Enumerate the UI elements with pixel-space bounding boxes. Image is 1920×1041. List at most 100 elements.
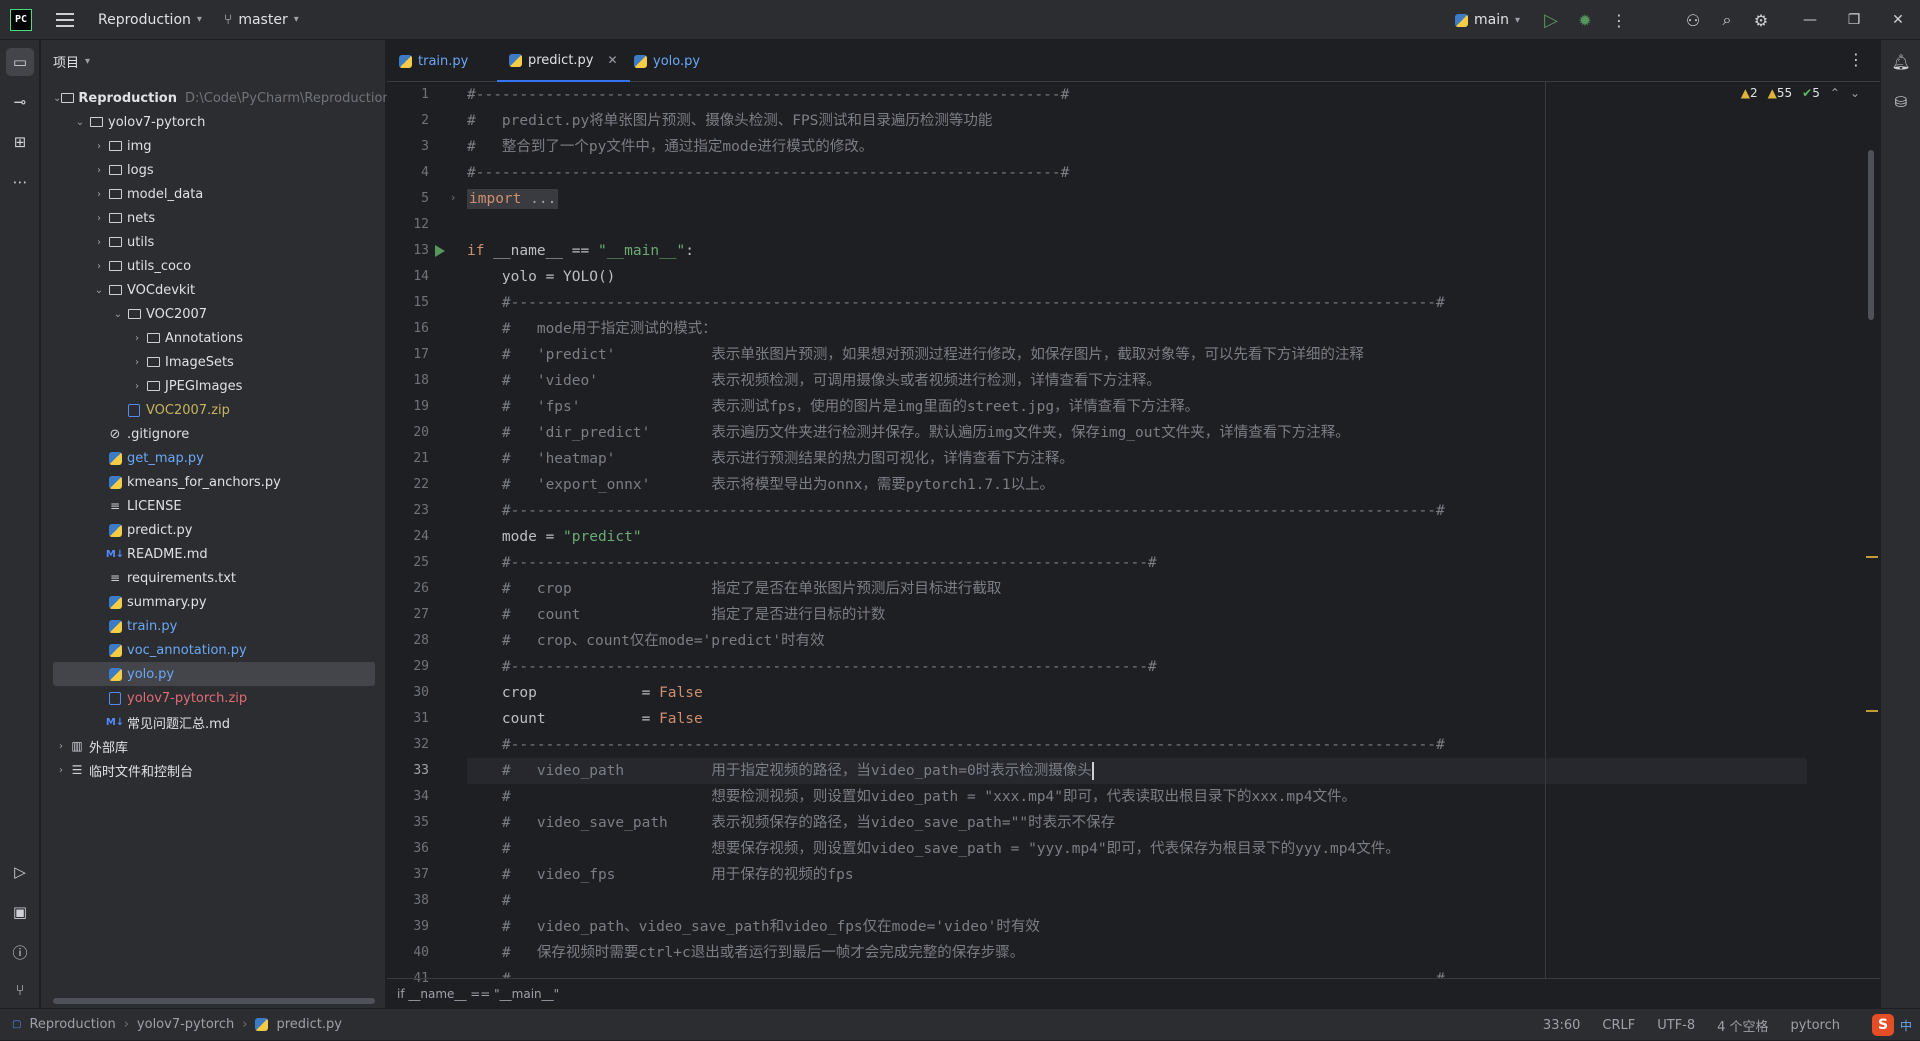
- chevron-right-icon[interactable]: ›: [129, 381, 145, 392]
- settings-gear-icon[interactable]: ⚙: [1744, 0, 1778, 40]
- code-line[interactable]: # video_path、video_save_path和video_fps仅在…: [467, 914, 1040, 940]
- file-encoding[interactable]: UTF-8: [1657, 1018, 1695, 1033]
- chevron-right-icon[interactable]: ›: [91, 213, 107, 224]
- code-line[interactable]: #---------------------------------------…: [467, 654, 1157, 680]
- code-line[interactable]: # count 指定了是否进行目标的计数: [467, 602, 886, 628]
- code-line[interactable]: import ...: [467, 186, 559, 212]
- line-separator[interactable]: CRLF: [1602, 1018, 1635, 1033]
- tree-item[interactable]: › logs: [53, 158, 375, 182]
- code-line[interactable]: # 整合到了一个py文件中，通过指定mode进行模式的修改。: [467, 134, 873, 160]
- debug-button[interactable]: ✹: [1568, 0, 1602, 40]
- code-line[interactable]: # 想要保存视频，则设置如video_save_path = "yyy.mp4"…: [467, 836, 1400, 862]
- tree-item[interactable]: › img: [53, 134, 375, 158]
- close-window-button[interactable]: ✕: [1876, 0, 1920, 40]
- tree-item[interactable]: ⌄ yolov7-pytorch: [53, 110, 375, 134]
- fold-chevron-icon[interactable]: ›: [451, 191, 455, 204]
- code-line[interactable]: #---------------------------------------…: [467, 82, 1069, 108]
- editor-breadcrumb[interactable]: if __name__ == "__main__": [387, 978, 1880, 1008]
- run-gutter-icon[interactable]: [435, 245, 445, 257]
- tree-item[interactable]: ⌄ VOC2007: [53, 302, 375, 326]
- chevron-right-icon[interactable]: ›: [91, 165, 107, 176]
- code-line[interactable]: #---------------------------------------…: [467, 550, 1157, 576]
- code-line[interactable]: # 保存视频时需要ctrl+c退出或者运行到最后一帧才会完成完整的保存步骤。: [467, 940, 1024, 966]
- chevron-down-icon[interactable]: ⌄: [72, 117, 88, 128]
- chevron-down-icon[interactable]: ⌄: [1850, 86, 1860, 100]
- tree-item[interactable]: summary.py: [53, 590, 375, 614]
- tree-item[interactable]: › ▥ 外部库: [53, 734, 375, 758]
- crumb-folder[interactable]: yolov7-pytorch: [137, 1017, 234, 1032]
- breadcrumb-scope[interactable]: if __name__ == "__main__": [397, 987, 559, 1001]
- more-tools-icon[interactable]: ⋯: [6, 168, 34, 196]
- chevron-right-icon[interactable]: ›: [129, 333, 145, 344]
- tree-item[interactable]: yolov7-pytorch.zip: [53, 686, 375, 710]
- chevron-right-icon[interactable]: ›: [129, 357, 145, 368]
- vertical-scrollbar[interactable]: [1868, 150, 1874, 320]
- code-line[interactable]: # mode用于指定测试的模式：: [467, 316, 717, 342]
- run-config-selector[interactable]: main ▾: [1454, 12, 1520, 28]
- services-tool-icon[interactable]: ▷: [6, 858, 34, 886]
- tree-item[interactable]: › ImageSets: [53, 350, 375, 374]
- tabs-more-icon[interactable]: ⋮: [1848, 50, 1864, 69]
- line-gutter[interactable]: 1 2 3 4 5 › 12 13 14 15 16 17 18 19 20 21 22 23 24 25 26 27 28…: [387, 82, 467, 986]
- horizontal-scrollbar[interactable]: [53, 998, 375, 1004]
- chevron-right-icon[interactable]: ›: [91, 141, 107, 152]
- code-line[interactable]: #---------------------------------------…: [467, 966, 1445, 978]
- code-line[interactable]: # 'video' 表示视频检测，可调用摄像头或者视频进行检测，详情查看下方注释…: [467, 368, 1161, 394]
- ime-indicator[interactable]: S 中: [1871, 1014, 1912, 1036]
- tree-item[interactable]: › model_data: [53, 182, 375, 206]
- code-line[interactable]: # 想要检测视频，则设置如video_path = "xxx.mp4"即可，代表…: [467, 784, 1356, 810]
- tab-predict-py[interactable]: predict.py ✕: [497, 40, 630, 82]
- chevron-down-icon[interactable]: ⌄: [110, 309, 126, 320]
- chevron-down-icon[interactable]: ⌄: [53, 93, 61, 104]
- chevron-right-icon[interactable]: ›: [91, 189, 107, 200]
- git-tool-icon[interactable]: ⑂: [6, 976, 34, 1004]
- warning-stripe-marker[interactable]: [1866, 556, 1878, 558]
- code-content[interactable]: #---------------------------------------…: [467, 82, 1807, 978]
- code-line[interactable]: #: [467, 888, 511, 914]
- run-button[interactable]: ▷: [1534, 0, 1568, 40]
- branch-switcher[interactable]: ⑂ master ▾: [224, 12, 299, 28]
- code-line[interactable]: #---------------------------------------…: [467, 732, 1445, 758]
- code-line[interactable]: # 'dir_predict' 表示遍历文件夹进行检测并保存。默认遍历img文件…: [467, 420, 1350, 446]
- caret-position[interactable]: 33:60: [1543, 1018, 1580, 1033]
- code-line[interactable]: #---------------------------------------…: [467, 160, 1069, 186]
- tree-item[interactable]: › ☰ 临时文件和控制台: [53, 758, 375, 782]
- chevron-right-icon[interactable]: ›: [91, 261, 107, 272]
- code-line[interactable]: # 'heatmap' 表示进行预测结果的热力图可视化，详情查看下方注释。: [467, 446, 1074, 472]
- chevron-right-icon[interactable]: ›: [53, 765, 69, 776]
- indent-setting[interactable]: 4 个空格: [1717, 1016, 1768, 1035]
- database-icon[interactable]: ⛁: [1889, 90, 1913, 114]
- code-line[interactable]: # predict.py将单张图片预测、摄像头检测、FPS测试和目录遍历检测等功…: [467, 108, 992, 134]
- main-menu-icon[interactable]: [56, 12, 74, 27]
- minimize-button[interactable]: —: [1788, 0, 1832, 40]
- notifications-bell-icon[interactable]: 🔔︎: [1889, 50, 1913, 74]
- code-line[interactable]: # crop 指定了是否在单张图片预测后对目标进行截取: [467, 576, 1002, 602]
- tree-item[interactable]: › Annotations: [53, 326, 375, 350]
- tree-item[interactable]: ⌄ VOCdevkit: [53, 278, 375, 302]
- tree-item[interactable]: M↓ README.md: [53, 542, 375, 566]
- terminal-tool-icon[interactable]: ▣: [6, 898, 34, 926]
- search-icon[interactable]: ⌕: [1710, 0, 1744, 40]
- pycharm-logo-icon[interactable]: PC: [10, 8, 32, 31]
- chevron-down-icon[interactable]: ⌄: [91, 285, 107, 296]
- project-switcher[interactable]: Reproduction ▾: [98, 12, 202, 28]
- code-line[interactable]: # video_path 用于指定视频的路径，当video_path=0时表示检…: [467, 758, 1807, 784]
- restore-button[interactable]: ❐: [1832, 0, 1876, 40]
- close-tab-icon[interactable]: ✕: [608, 53, 618, 67]
- tree-item[interactable]: predict.py: [53, 518, 375, 542]
- tree-item[interactable]: › nets: [53, 206, 375, 230]
- structure-tool-icon[interactable]: ⊞: [6, 128, 34, 156]
- tree-item[interactable]: voc_annotation.py: [53, 638, 375, 662]
- tree-item[interactable]: yolo.py: [53, 662, 375, 686]
- chevron-right-icon[interactable]: ›: [91, 237, 107, 248]
- code-line[interactable]: count = False: [467, 706, 703, 732]
- code-line[interactable]: # video_save_path 表示视频保存的路径，当video_save_…: [467, 810, 1115, 836]
- code-line[interactable]: crop = False: [467, 680, 703, 706]
- tree-item[interactable]: ⊘ .gitignore: [53, 422, 375, 446]
- tree-item[interactable]: kmeans_for_anchors.py: [53, 470, 375, 494]
- tree-item[interactable]: VOC2007.zip: [53, 398, 375, 422]
- chevron-up-icon[interactable]: ⌃: [1830, 86, 1840, 100]
- code-line[interactable]: yolo = YOLO(): [467, 264, 616, 290]
- tree-item[interactable]: › utils: [53, 230, 375, 254]
- code-line[interactable]: # video_fps 用于保存的视频的fps: [467, 862, 854, 888]
